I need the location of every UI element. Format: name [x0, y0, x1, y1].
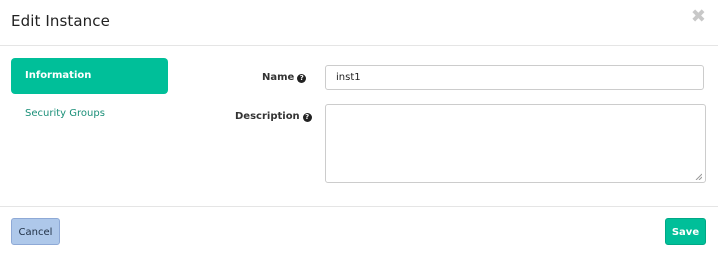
resize-handle-icon[interactable]: [695, 173, 702, 180]
close-icon[interactable]: ✖: [691, 8, 706, 26]
modal-title: Edit Instance: [11, 12, 110, 30]
tab-security-groups[interactable]: Security Groups: [11, 96, 168, 132]
modal-footer: Cancel Save: [0, 206, 718, 258]
question-circle-icon: ?: [302, 113, 312, 122]
description-label-text: Description: [235, 111, 300, 122]
edit-instance-modal: Edit Instance ✖ Information Security Gro…: [0, 0, 718, 257]
cancel-button[interactable]: Cancel: [11, 218, 60, 245]
tab-information[interactable]: Information: [11, 58, 168, 94]
description-label: Description?: [235, 111, 312, 122]
description-textarea[interactable]: [325, 104, 706, 183]
name-label: Name?: [262, 72, 307, 83]
save-button[interactable]: Save: [665, 218, 706, 245]
question-circle-icon: ?: [297, 74, 307, 83]
modal-header: Edit Instance ✖: [0, 0, 718, 46]
name-input[interactable]: inst1: [325, 65, 704, 90]
workflow-tabs: Information Security Groups: [11, 58, 168, 132]
name-label-text: Name: [262, 72, 295, 83]
